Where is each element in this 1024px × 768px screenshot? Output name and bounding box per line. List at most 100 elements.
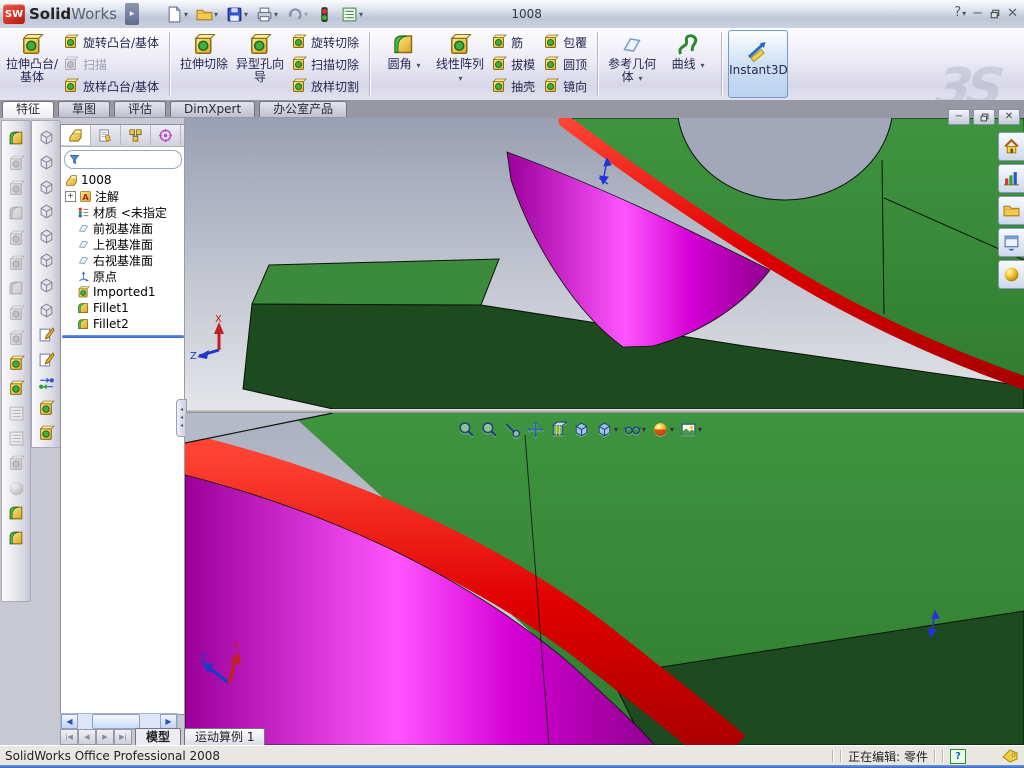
sketch-button[interactable]	[35, 324, 57, 346]
view-bottom-button[interactable]	[35, 250, 57, 272]
tag-icon[interactable]	[1002, 748, 1018, 764]
dimxpertmanager-tab[interactable]	[151, 125, 181, 145]
doc-minimize-button[interactable]: −	[948, 109, 970, 125]
options-button[interactable]	[338, 4, 366, 25]
zoom-fit-button[interactable]	[458, 421, 475, 438]
tool-button[interactable]	[5, 327, 27, 349]
propertymanager-tab[interactable]	[91, 125, 121, 145]
zoom-area-button[interactable]	[481, 421, 498, 438]
view-trimetric-button[interactable]	[35, 299, 57, 321]
revolve-cut-button[interactable]: 旋转切除	[288, 31, 364, 53]
close-button[interactable]: ✕	[1007, 6, 1018, 22]
expand-plus-icon[interactable]: +	[65, 190, 76, 202]
view-front-button[interactable]	[35, 127, 57, 149]
view-orientation-button[interactable]	[573, 421, 590, 438]
view-top-button[interactable]	[35, 225, 57, 247]
tab-scroll-last-button[interactable]: ▶|	[114, 729, 132, 745]
model-view-bottom[interactable]: Z X	[185, 413, 1024, 745]
boss-tool-button[interactable]	[5, 377, 27, 399]
reference-geometry-button[interactable]: 参考几何体	[604, 30, 660, 98]
rollback-bar[interactable]	[62, 335, 184, 338]
save-button[interactable]	[223, 4, 251, 25]
new-document-button[interactable]	[163, 4, 191, 25]
rib-button[interactable]: 筋	[488, 31, 540, 53]
tree-item-annotations[interactable]: + 注解	[61, 188, 185, 204]
doc-restore-button[interactable]	[973, 109, 995, 125]
draft-button[interactable]: 拔模	[488, 53, 540, 75]
tool-button[interactable]	[5, 277, 27, 299]
model-tab[interactable]: 模型	[135, 728, 182, 745]
hole-wizard-button[interactable]: 异型孔向导	[232, 30, 288, 98]
tree-item-material[interactable]: 材质 <未指定	[61, 204, 185, 220]
tab-scroll-next-button[interactable]: ▶	[96, 729, 114, 745]
wrap-button[interactable]: 包覆	[540, 31, 592, 53]
restore-button[interactable]	[989, 8, 1001, 20]
fold-tool-button[interactable]	[5, 527, 27, 549]
print-button[interactable]	[253, 4, 281, 25]
apply-scene-button[interactable]	[680, 421, 702, 438]
pan-button[interactable]	[527, 421, 544, 438]
viewport-top[interactable]: Z X	[185, 118, 1024, 409]
tree-item-fillet2[interactable]: Fillet2	[61, 316, 185, 332]
tree-item-imported1[interactable]: Imported1	[61, 284, 185, 300]
motion-study-tab[interactable]: 运动算例 1	[184, 728, 266, 745]
dome-button[interactable]: 圆顶	[540, 53, 592, 75]
view-back-button[interactable]	[35, 152, 57, 174]
menu-expand-chevron[interactable]: ▸	[124, 3, 139, 25]
tree-item-right-plane[interactable]: 右视基准面	[61, 252, 185, 268]
tree-item-part[interactable]: 1008	[61, 172, 185, 188]
tab-evaluate[interactable]: 评估	[114, 101, 167, 117]
tool-button[interactable]	[5, 252, 27, 274]
view-right-button[interactable]	[35, 201, 57, 223]
curves-button[interactable]: 曲线	[660, 30, 716, 98]
extrude-cut-button[interactable]: 拉伸切除	[176, 30, 232, 98]
sweep-boss-button[interactable]: 扫描	[60, 53, 164, 75]
loft-boss-button[interactable]: 放样凸台/基体	[60, 75, 164, 97]
featuremanager-tab[interactable]	[61, 125, 91, 145]
hide-show-items-button[interactable]	[624, 421, 646, 438]
model-view-top[interactable]: Z X	[185, 118, 1024, 409]
tool-button[interactable]	[5, 227, 27, 249]
convert-entities-button[interactable]	[35, 398, 57, 420]
instant3d-toggle[interactable]: Instant3D	[728, 30, 789, 98]
view-left-button[interactable]	[35, 176, 57, 198]
3d-sketch-button[interactable]	[35, 348, 57, 370]
appearances-button[interactable]	[998, 260, 1024, 289]
offset-entities-button[interactable]	[35, 422, 57, 444]
tab-scroll-first-button[interactable]: |◀	[60, 729, 78, 745]
solidworks-resources-button[interactable]	[998, 132, 1024, 161]
file-explorer-button[interactable]	[998, 196, 1024, 225]
tool-button[interactable]	[5, 477, 27, 499]
boss-tool-button[interactable]	[5, 352, 27, 374]
tree-item-top-plane[interactable]: 上视基准面	[61, 236, 185, 252]
tool-button[interactable]	[5, 202, 27, 224]
help-button[interactable]: ?	[954, 5, 966, 22]
undo-button[interactable]	[283, 4, 311, 25]
minimize-button[interactable]: −	[972, 6, 983, 22]
tool-button[interactable]	[5, 452, 27, 474]
extrude-boss-button[interactable]: 拉伸凸台/基体	[4, 30, 60, 98]
shell-button[interactable]: 抽壳	[488, 75, 540, 97]
open-document-button[interactable]	[193, 4, 221, 25]
tool-button[interactable]	[5, 402, 27, 424]
tab-scroll-prev-button[interactable]: ◀	[78, 729, 96, 745]
tree-item-front-plane[interactable]: 前视基准面	[61, 220, 185, 236]
section-view-button[interactable]	[550, 421, 567, 438]
fold-tool-button[interactable]	[5, 502, 27, 524]
viewport-bottom[interactable]: Z X	[185, 413, 1024, 745]
revolve-boss-button[interactable]: 旋转凸台/基体	[60, 31, 164, 53]
rebuild-button[interactable]	[313, 4, 336, 25]
edit-appearance-button[interactable]	[652, 421, 674, 438]
doc-close-button[interactable]: ✕	[998, 109, 1020, 125]
tree-item-origin[interactable]: 原点	[61, 268, 185, 284]
sweep-cut-button[interactable]: 扫描切除	[288, 53, 364, 75]
previous-view-button[interactable]	[504, 421, 521, 438]
feature-filter-input[interactable]	[83, 152, 173, 167]
mirror-button[interactable]: 镜向	[540, 75, 592, 97]
tool-button[interactable]	[5, 152, 27, 174]
loft-cut-button[interactable]: 放样切割	[288, 75, 364, 97]
design-library-button[interactable]	[998, 164, 1024, 193]
display-style-button[interactable]	[596, 421, 618, 438]
view-palette-button[interactable]	[998, 228, 1024, 257]
tab-sketch[interactable]: 草图	[58, 101, 111, 117]
